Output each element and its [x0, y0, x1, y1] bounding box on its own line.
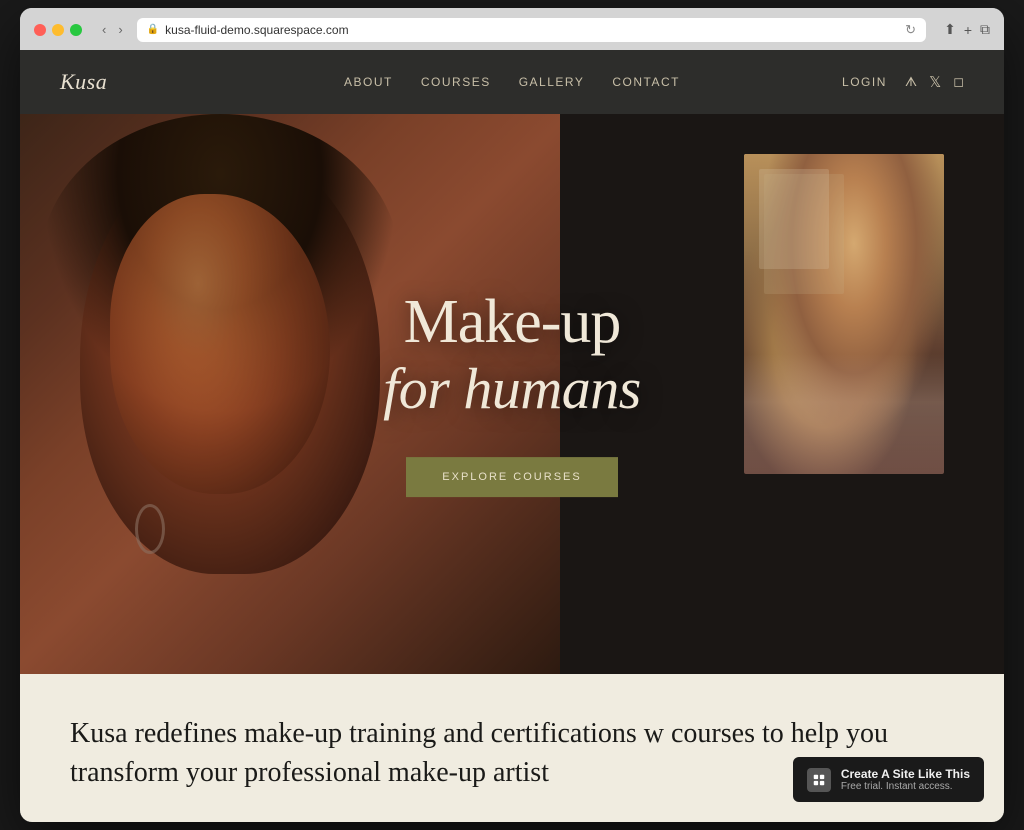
- robe-detail: [744, 354, 944, 474]
- twitter-icon[interactable]: 𝕏: [929, 73, 941, 91]
- window-light: [759, 169, 829, 269]
- browser-chrome: ‹ › 🔒 kusa-fluid-demo.squarespace.com ↻ …: [20, 8, 1004, 50]
- hero-title-line2: for humans: [332, 357, 692, 421]
- explore-courses-button[interactable]: EXPLORE COURSES: [406, 457, 617, 497]
- badge-main-text: Create A Site Like This: [841, 767, 970, 781]
- social-icons: ᗑ 𝕏 ◻: [905, 73, 964, 91]
- nav-contact[interactable]: CONTACT: [612, 75, 680, 89]
- navigation: Kusa ABOUT COURSES GALLERY CONTACT LOGIN…: [20, 50, 1004, 114]
- url-text: kusa-fluid-demo.squarespace.com: [165, 23, 348, 37]
- close-button[interactable]: [34, 24, 46, 36]
- tiktok-icon[interactable]: ᗑ: [905, 74, 917, 90]
- instagram-icon[interactable]: ◻: [953, 74, 964, 90]
- website-content: Kusa ABOUT COURSES GALLERY CONTACT LOGIN…: [20, 50, 1004, 822]
- hero-section: Make-up for humans EXPLORE COURSES: [20, 114, 1004, 674]
- tabs-button[interactable]: ⧉: [980, 21, 990, 38]
- lock-icon: 🔒: [147, 24, 159, 35]
- nav-gallery[interactable]: GALLERY: [519, 75, 585, 89]
- nav-about[interactable]: ABOUT: [344, 75, 393, 89]
- badge-sub-text: Free trial. Instant access.: [841, 781, 970, 792]
- browser-window: ‹ › 🔒 kusa-fluid-demo.squarespace.com ↻ …: [20, 8, 1004, 822]
- hero-content: Make-up for humans EXPLORE COURSES: [332, 291, 692, 497]
- traffic-lights: [34, 24, 82, 36]
- login-link[interactable]: LOGIN: [842, 75, 887, 89]
- forward-button[interactable]: ›: [114, 21, 126, 38]
- hero-title-line1: Make-up: [332, 291, 692, 353]
- nav-right: LOGIN ᗑ 𝕏 ◻: [680, 73, 964, 91]
- nav-links: ABOUT COURSES GALLERY CONTACT: [344, 75, 680, 89]
- browser-controls: ‹ ›: [98, 21, 127, 38]
- maximize-button[interactable]: [70, 24, 82, 36]
- new-tab-button[interactable]: +: [964, 22, 972, 38]
- squarespace-badge[interactable]: Create A Site Like This Free trial. Inst…: [793, 757, 984, 802]
- bottom-section: Kusa redefines make-up training and cert…: [20, 674, 1004, 822]
- hero-secondary-image: [744, 154, 944, 474]
- earring-detail: [135, 504, 165, 554]
- minimize-button[interactable]: [52, 24, 64, 36]
- share-button[interactable]: ⬆: [944, 21, 956, 38]
- bottom-text-content: Kusa redefines make-up training and cert…: [70, 718, 888, 788]
- squarespace-logo-icon: [807, 768, 831, 792]
- badge-text-container: Create A Site Like This Free trial. Inst…: [841, 767, 970, 792]
- nav-courses[interactable]: COURSES: [421, 75, 491, 89]
- address-bar[interactable]: 🔒 kusa-fluid-demo.squarespace.com ↻: [137, 18, 926, 42]
- back-button[interactable]: ‹: [98, 21, 110, 38]
- browser-actions: ⬆ + ⧉: [944, 21, 990, 38]
- refresh-icon[interactable]: ↻: [905, 22, 916, 38]
- site-logo[interactable]: Kusa: [60, 69, 344, 95]
